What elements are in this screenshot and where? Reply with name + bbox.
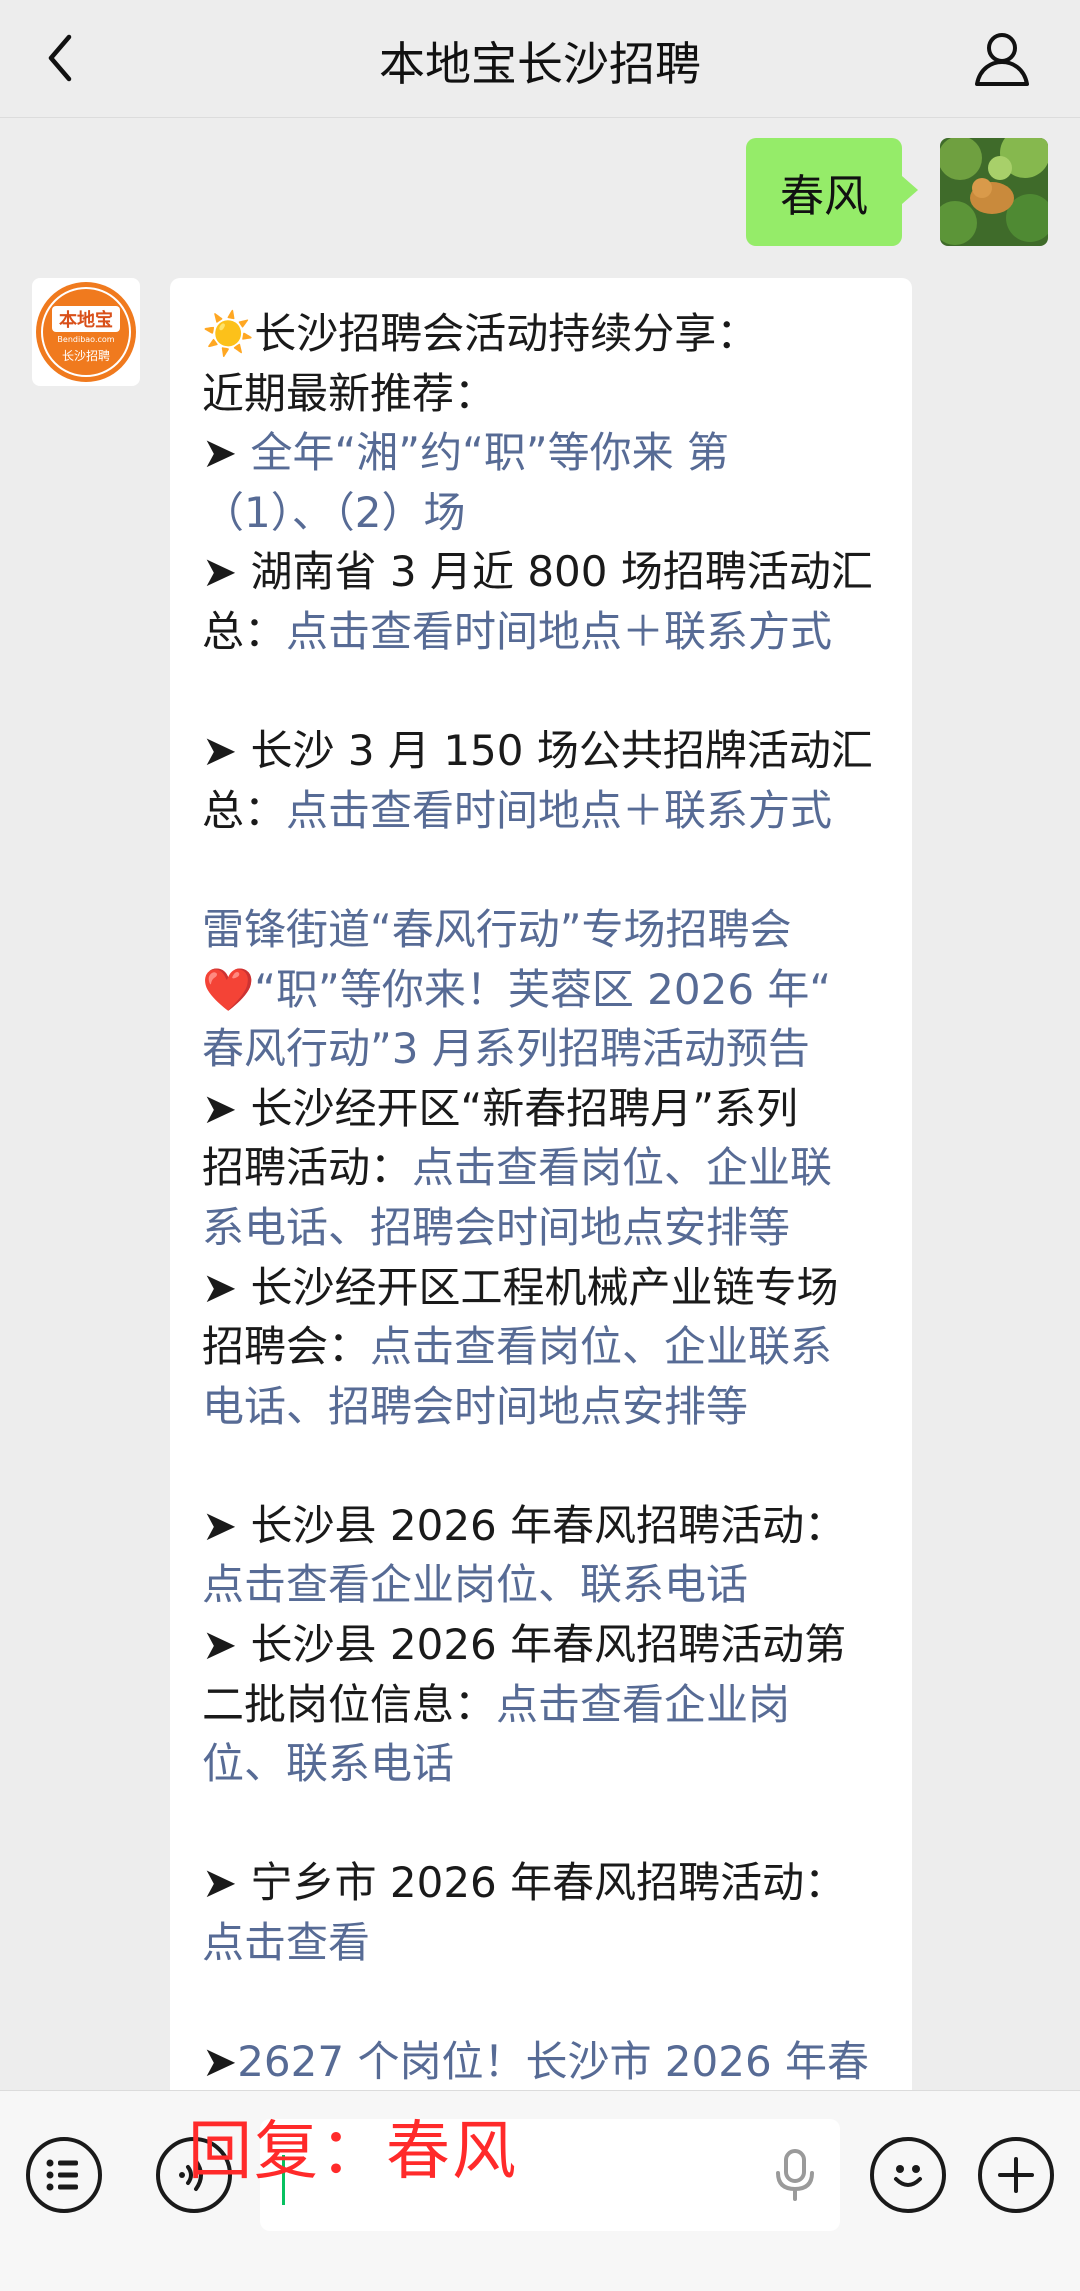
self-message-bubble[interactable]: 春风 [746,138,918,246]
message-text: ☀️长沙招聘会活动持续分享： [202,309,759,358]
message-link[interactable]: “职”等你来！芙蓉区 2026 年“ [254,965,831,1014]
message-line: ➤2627 个岗位！长沙市 2026 年春 [202,2032,880,2092]
message-line: 电话、招聘会时间地点安排等 [202,1377,880,1437]
message-line: ➤ 宁乡市 2026 年春风招聘活动： [202,1853,880,1913]
message-line: ➤ 长沙经开区工程机械产业链专场 [202,1258,880,1318]
message-line: 点击查看企业岗位、联系电话 [202,1555,880,1615]
message-link[interactable]: 点击查看企业岗位、联系电话 [202,1560,748,1609]
message-line: 近期最新推荐： [202,364,880,424]
message-line: 总：点击查看时间地点＋联系方式 [202,602,880,662]
bot-logo-text: 本地宝 [59,309,113,331]
page-title: 本地宝长沙招聘 [379,37,701,91]
message-text: ➤ 长沙县 2026 年春风招聘活动： [202,1500,847,1550]
message-text: ❤️ [202,964,255,1014]
message-link[interactable]: 点击查看时间地点＋联系方式 [286,786,832,835]
message-line: 招聘会：点击查看岗位、企业联系 [202,1317,880,1377]
message-line: 雷锋街道“春风行动”专场招聘会 [202,900,880,960]
bot-message-bubble: ☀️长沙招聘会活动持续分享： 近期最新推荐： ➤ 全年“湘”约“职”等你来 第（1）… [170,278,912,2118]
message-link[interactable]: 电话、招聘会时间地点安排等 [202,1382,748,1431]
message-line: （1）、（2）场 [202,483,880,543]
reply-keyword-overlay: 回复：春风 [188,2115,518,2189]
bot-avatar[interactable]: 本地宝 Bendibao.com 长沙招聘 [32,278,140,386]
message-line: 位、联系电话 [202,1734,880,1794]
list-icon[interactable] [26,2137,102,2213]
message-line: 系电话、招聘会时间地点安排等 [202,1198,880,1258]
message-line: 总：点击查看时间地点＋联系方式 [202,781,880,841]
message-link[interactable]: 点击查看 [202,1918,370,1967]
message-link[interactable]: 系电话、招聘会时间地点安排等 [202,1203,790,1252]
mic-icon[interactable] [770,2147,820,2203]
message-link[interactable]: 春风行动”3 月系列招聘活动预告 [202,1024,810,1073]
message-line: 点击查看 [202,1913,880,1973]
message-line: 招聘活动：点击查看岗位、企业联 [202,1138,880,1198]
message-line: 二批岗位信息：点击查看企业岗 [202,1675,880,1735]
emoji-icon[interactable] [870,2137,946,2213]
message-line: ❤️“职”等你来！芙蓉区 2026 年“ [202,960,880,1020]
self-avatar[interactable] [940,138,1048,246]
bottom-input-bar [0,2090,1080,2291]
message-link[interactable]: （1）、（2）场 [202,488,465,537]
message-line: ➤ 长沙经开区“新春招聘月”系列 [202,1079,880,1139]
message-text: ➤ 长沙县 2026 年春风招聘活动第 [202,1620,847,1670]
message-text: 招聘会： [202,1322,371,1372]
message-link[interactable]: 点击查看企业岗 [496,1680,790,1729]
message-text: ➤ 湖南省 3 月近 800 场招聘活动汇 [202,547,873,597]
bot-logo-url: Bendibao.com [57,335,114,344]
plus-icon[interactable] [978,2137,1054,2213]
message-line: ➤ 长沙 3 月 150 场公共招牌活动汇 [202,721,880,781]
message-link[interactable]: 雷锋街道“春风行动”专场招聘会 [202,905,792,954]
top-bar: 本地宝长沙招聘 [0,0,1080,118]
message-link[interactable]: 全年“湘”约“职”等你来 第 [251,428,729,477]
message-text: ➤ 宁乡市 2026 年春风招聘活动： [202,1858,847,1908]
bot-logo-sub: 长沙招聘 [62,349,110,363]
message-text: 近期最新推荐： [202,368,497,418]
message-line: 春风行动”3 月系列招聘活动预告 [202,1019,880,1079]
message-line: ☀️长沙招聘会活动持续分享： [202,304,880,364]
message-text: ➤ 长沙经开区工程机械产业链专场 [202,1262,839,1312]
message-line: ➤ 长沙县 2026 年春风招聘活动第 [202,1615,880,1675]
message-link[interactable]: 2627 个岗位！长沙市 2026 年春 [237,2037,869,2086]
message-link[interactable]: 点击查看岗位、企业联 [412,1143,832,1192]
person-icon[interactable] [964,20,1040,96]
message-text: ➤ 长沙经开区“新春招聘月”系列 [202,1083,799,1133]
message-link[interactable]: 位、联系电话 [202,1739,454,1788]
message-line: ➤ 长沙县 2026 年春风招聘活动： [202,1496,880,1556]
message-text: 总： [202,785,287,835]
message-text: ➤ [202,2037,238,2087]
message-text: 总： [202,606,287,656]
message-text: 招聘活动： [202,1143,413,1193]
message-line: ➤ 全年“湘”约“职”等你来 第 [202,423,880,483]
message-text: ➤ [202,428,251,478]
message-text: ➤ 长沙 3 月 150 场公共招牌活动汇 [202,726,873,776]
message-link[interactable]: 点击查看岗位、企业联系 [370,1322,832,1371]
message-line: ➤ 湖南省 3 月近 800 场招聘活动汇 [202,542,880,602]
message-text: 二批岗位信息： [202,1679,497,1729]
self-message-text: 春风 [780,171,868,222]
message-link[interactable]: 点击查看时间地点＋联系方式 [286,607,832,656]
